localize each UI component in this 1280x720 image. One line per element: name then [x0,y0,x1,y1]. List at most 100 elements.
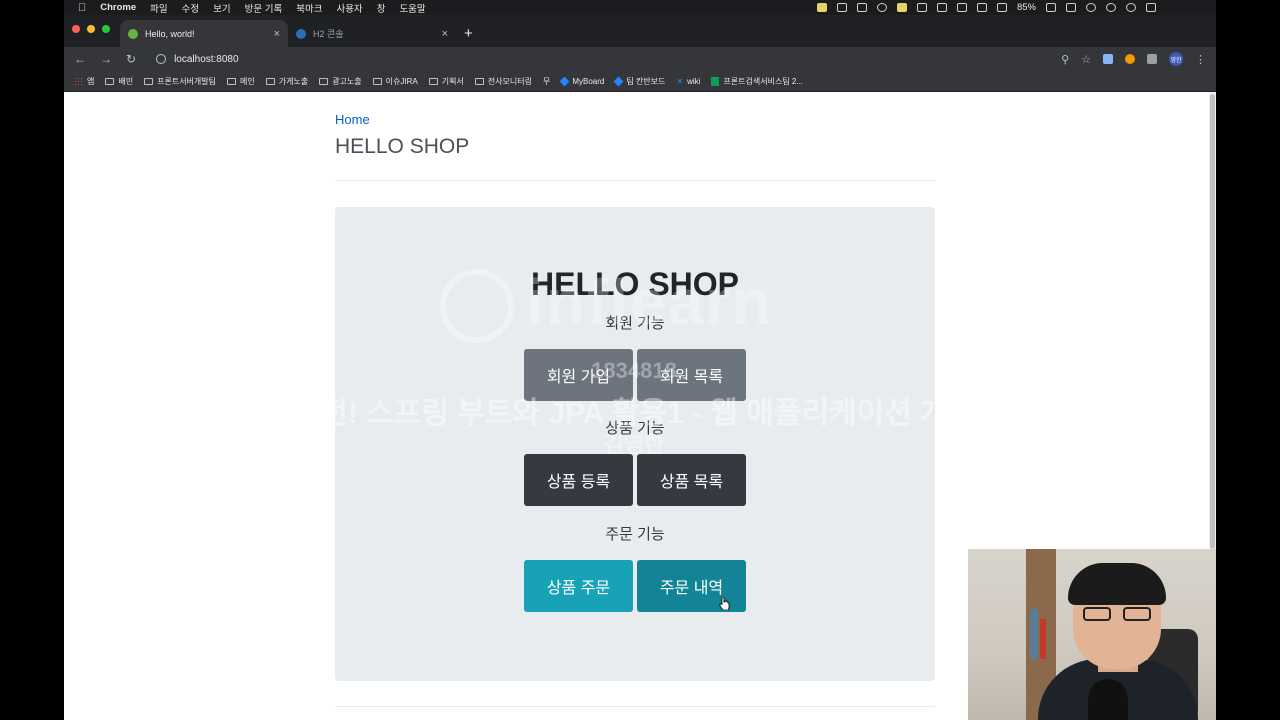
folder-icon [265,77,275,85]
apps-icon [74,76,83,86]
address-bar[interactable]: localhost:8080 [156,54,239,65]
h2-icon [296,28,306,39]
menu-history[interactable]: 방문 기록 [245,1,283,15]
maximize-window-icon[interactable] [102,25,110,33]
clock-icon[interactable] [1086,3,1096,12]
close-tab-icon[interactable]: × [274,28,280,40]
display-icon[interactable] [856,3,867,12]
reload-icon[interactable]: ↻ [126,52,136,66]
scrollbar-thumb[interactable] [1210,94,1215,549]
bookmark-item[interactable]: 배민 [105,76,133,87]
menu-help[interactable]: 도움말 [399,1,425,15]
tab-title: Hello, world! [145,28,195,39]
apple-icon[interactable]:  [78,2,86,14]
menu-view[interactable]: 보기 [213,1,230,15]
wifi-icon[interactable] [976,3,987,12]
footer-divider [335,706,935,707]
cloud-icon[interactable] [916,3,927,12]
hand-pointer-cursor-icon [719,597,730,610]
bookmark-item[interactable]: 광고노출 [319,76,362,87]
forward-icon[interactable]: → [100,52,112,66]
watermark-brand: inflearn [526,266,774,338]
glasses [1083,607,1153,621]
bookmark-item[interactable]: 무 [543,76,550,87]
minimize-window-icon[interactable] [87,25,95,33]
volume-icon[interactable] [996,3,1007,12]
new-tab-button[interactable]: + [464,25,473,42]
bookmark-label: wiki [687,76,701,86]
info-circle-icon[interactable] [876,3,887,12]
diamond-icon [559,76,570,86]
note-icon[interactable] [816,3,827,12]
bookmark-label: 앱 [87,76,95,86]
inflearn-watermark-logo: inflearn [440,265,840,345]
menu-window[interactable]: 창 [377,1,386,15]
battery-icon[interactable] [1046,3,1056,12]
folder-icon [144,77,154,85]
bluetooth-icon[interactable] [956,3,967,12]
profile-avatar[interactable]: 영한 [1169,52,1183,66]
bookmark-item[interactable]: 가게노출 [265,76,308,87]
menubar-app-name[interactable]: Chrome [100,2,136,13]
x-icon: ✕ [676,76,684,86]
battery-percent[interactable]: 85% [1017,2,1036,13]
folder-icon [227,77,236,85]
back-icon[interactable]: ← [74,52,86,66]
bookmark-item[interactable]: 전사모니터링 [474,76,532,87]
more-menu-icon[interactable]: ⋮ [1195,53,1206,66]
home-link[interactable]: Home [335,112,370,127]
webcam-overlay [968,549,1216,720]
bookmark-item[interactable]: 프론트서버개발팀 [144,76,216,87]
qr-extension-icon[interactable] [1147,54,1157,64]
bookmark-label: 팀 칸반보드 [626,76,666,86]
bookmark-item[interactable]: MyBoard [559,76,605,86]
bookmark-item[interactable]: 메인 [227,76,255,87]
notification-center-icon[interactable] [1146,3,1156,12]
site-info-icon[interactable] [156,54,167,64]
url-text[interactable]: localhost:8080 [174,54,239,65]
bookmark-item[interactable]: 프론트검색서비스팀 2... [711,76,803,87]
bookmark-label: 프론트검색서비스팀 2... [723,76,804,86]
bookmark-item[interactable]: ✕ wiki [676,77,700,86]
item-list-button[interactable]: 상품 목록 [637,454,746,506]
shield-icon[interactable] [896,3,907,12]
item-register-button[interactable]: 상품 등록 [524,454,633,506]
close-window-icon[interactable] [72,25,80,33]
bookmark-item[interactable]: 앱 [74,76,94,87]
menu-file[interactable]: 파일 [150,1,167,15]
bookmark-label: 기획서 [441,76,464,86]
item-button-group: 상품 등록 상품 목록 [524,454,746,506]
bookmark-item[interactable]: 이슈JIRA [372,76,418,87]
menu-edit[interactable]: 수정 [182,1,199,15]
input-source-icon[interactable] [1066,3,1076,12]
bookmark-item[interactable]: 팀 칸반보드 [613,76,666,87]
grid-icon[interactable] [936,3,947,12]
extension-orange-icon[interactable] [1125,54,1135,64]
bookmark-item[interactable]: 기획서 [428,76,464,87]
bookmark-label: 광고노출 [332,76,362,86]
tab-h2-console[interactable]: H2 콘솔 × [288,20,456,47]
close-tab-icon[interactable]: × [442,28,448,40]
spotlight-search-icon[interactable] [1106,3,1116,12]
bookmark-label: 전사모니터링 [487,76,532,86]
browser-toolbar: ← → ↻ localhost:8080 ⚲ ☆ 영한 ⋮ [64,47,1216,71]
item-order-button[interactable]: 상품 주문 [524,560,633,612]
bookmarks-bar: 앱 배민 프론트서버개발팀 메인 가게노출 광고노출 이슈JIRA 기획서 전사모니터링 무 MyB… [64,71,1216,92]
watermark-course-title: 실전! 스프링 부트와 JPA 활용1 - 웹 애플리케이션 개발 [292,397,976,430]
folder-icon [372,77,382,85]
folder-icon [319,77,329,85]
tab-strip: Hello, world! × H2 콘솔 × + [64,15,1216,47]
folder-icon [428,77,438,85]
folder-icon [474,77,484,85]
bookmark-label: 이슈JIRA [385,76,418,86]
bookmark-label: 프론트서버개발팀 [157,76,216,86]
screen-record-icon[interactable] [836,3,847,12]
zoom-icon[interactable]: ⚲ [1061,53,1069,66]
translate-extension-icon[interactable] [1103,54,1113,64]
bookmark-label: MyBoard [572,76,605,86]
bookmark-star-icon[interactable]: ☆ [1081,53,1091,66]
tab-hello-world[interactable]: Hello, world! × [120,20,288,47]
siri-icon[interactable] [1126,3,1136,12]
menu-bookmarks[interactable]: 북마크 [296,1,322,15]
menu-people[interactable]: 사용자 [336,1,362,15]
